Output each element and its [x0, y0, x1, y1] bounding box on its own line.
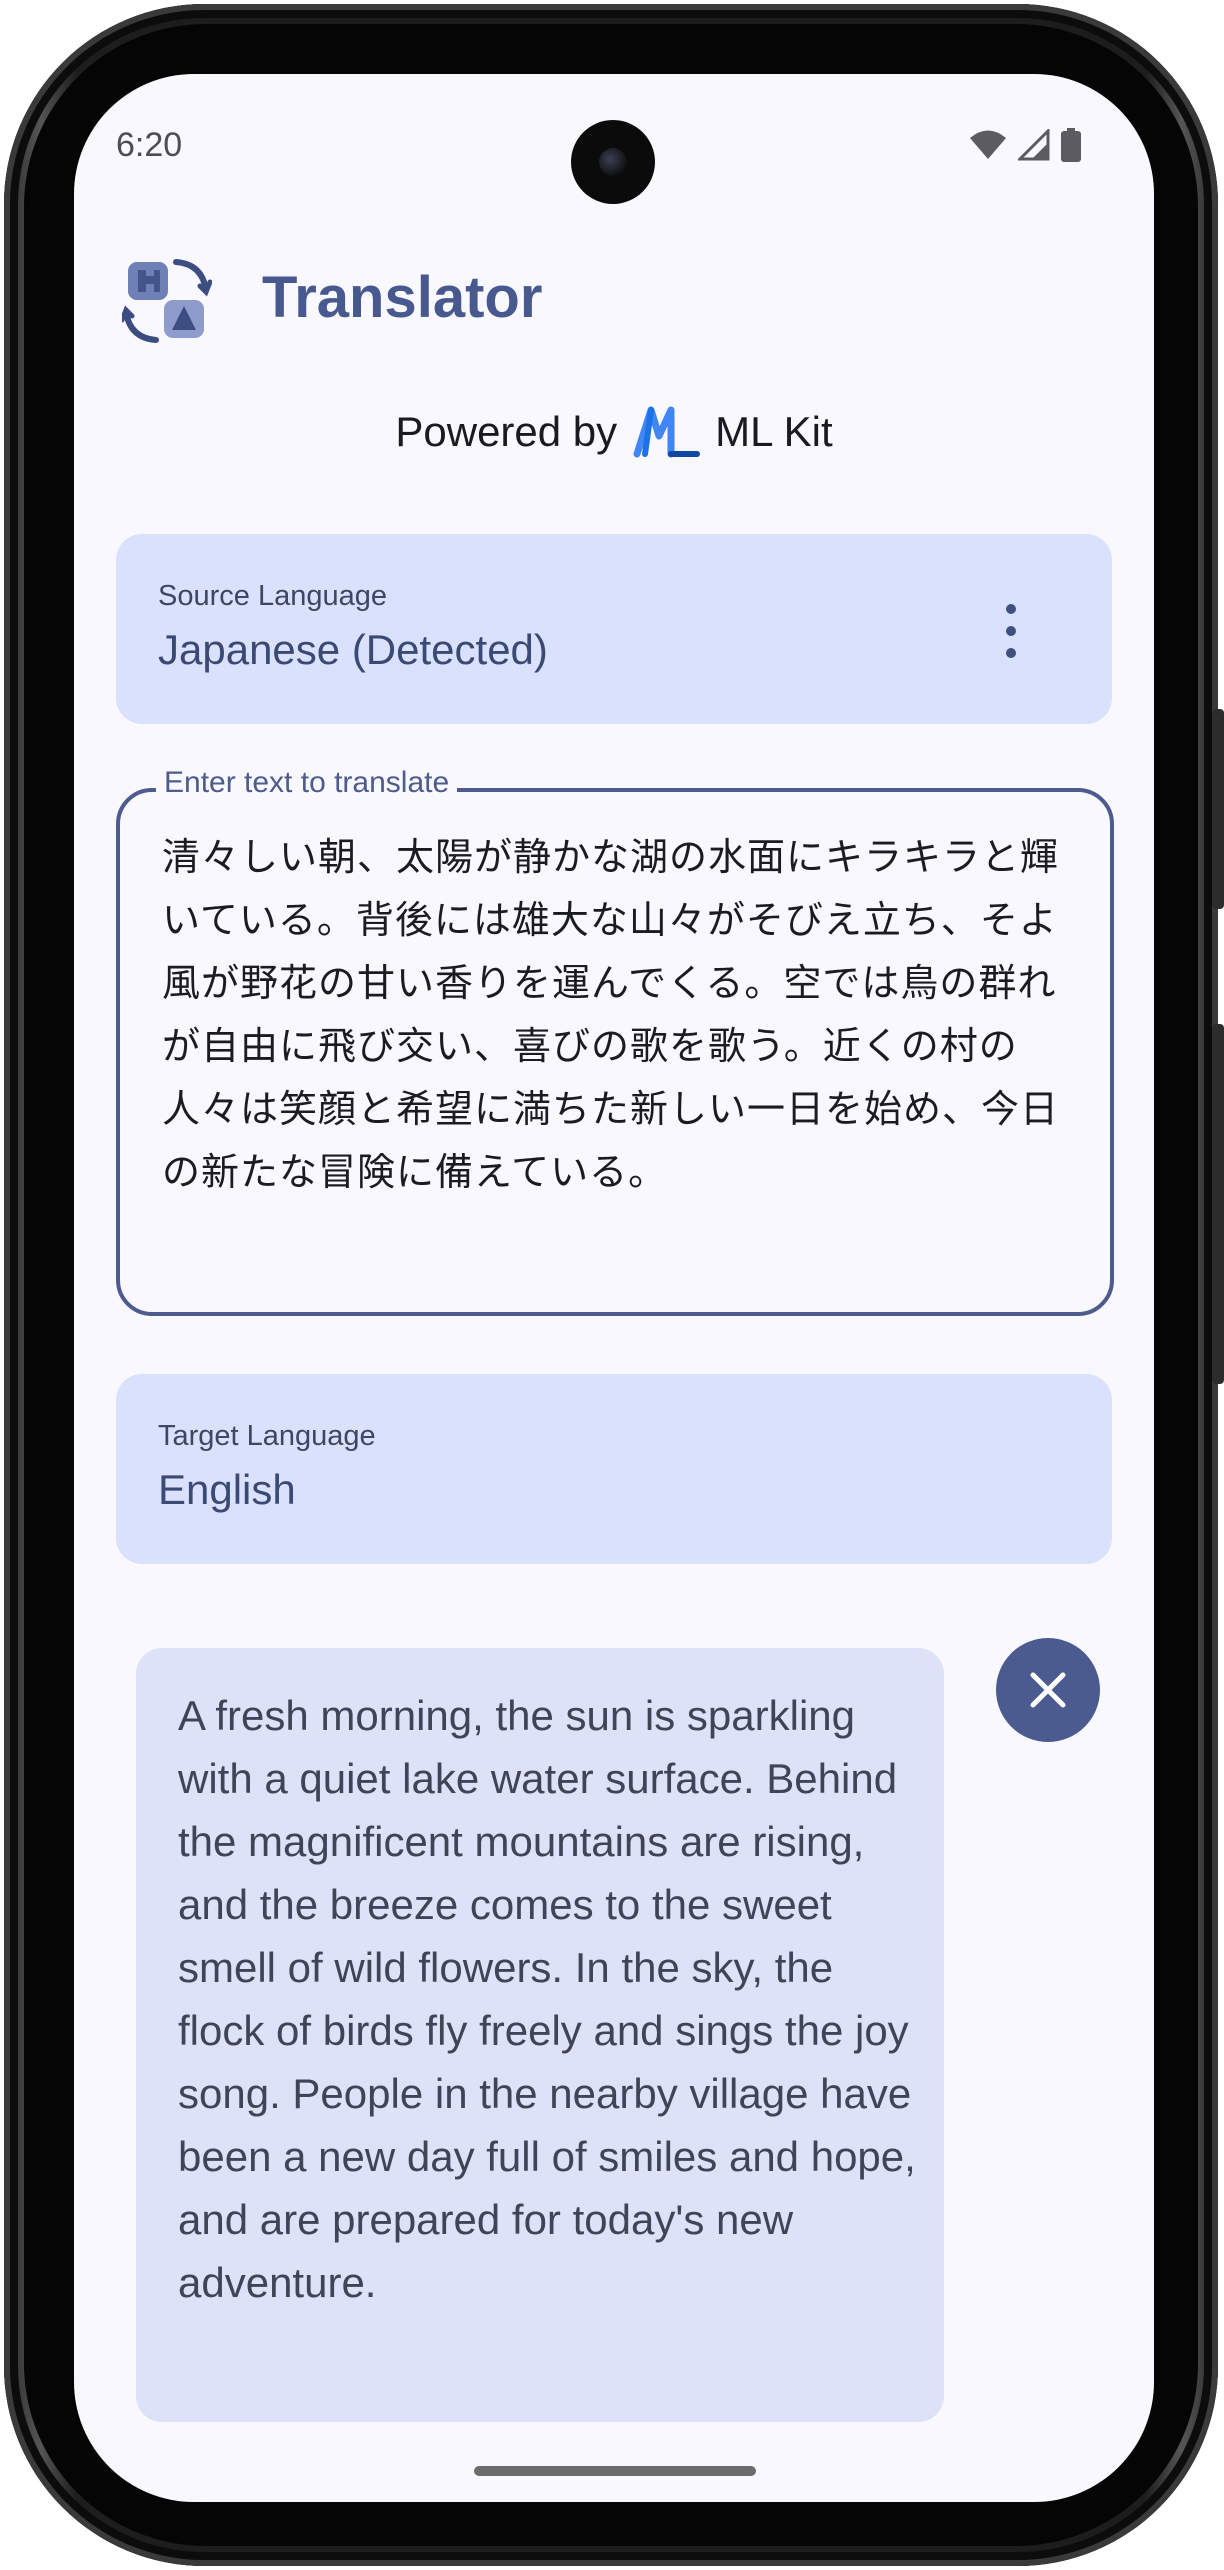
home-indicator[interactable] — [474, 2466, 756, 2476]
app-title: Translator — [262, 265, 543, 330]
power-button — [1212, 709, 1224, 909]
status-time: 6:20 — [116, 126, 183, 164]
powered-by: Powered by ML Kit — [74, 406, 1154, 458]
translate-input-text[interactable]: 清々しい朝、太陽が静かな湖の水面にキラキラと輝いている。背後には雄大な山々がそび… — [162, 826, 1072, 1204]
powered-by-label: Powered by — [395, 408, 618, 455]
screen: 6:20 Translator Powered by ML Kit Source… — [74, 74, 1154, 2502]
translator-logo-icon — [122, 259, 212, 343]
source-language-value: Japanese (Detected) — [158, 626, 548, 673]
target-language-value: English — [158, 1466, 296, 1513]
mlkit-logo-icon — [633, 406, 701, 458]
status-icons — [968, 128, 1082, 162]
phone-frame: 6:20 Translator Powered by ML Kit Source… — [4, 4, 1224, 2566]
more-vert-icon[interactable] — [996, 604, 1026, 658]
source-language-label: Source Language — [158, 580, 387, 612]
translate-input-field[interactable]: 清々しい朝、太陽が静かな湖の水面にキラキラと輝いている。背後には雄大な山々がそび… — [116, 788, 1114, 1316]
source-language-selector[interactable]: Source Language Japanese (Detected) — [116, 534, 1112, 724]
translate-input-label: Enter text to translate — [156, 766, 458, 800]
close-icon — [1030, 1672, 1066, 1708]
volume-button — [1212, 1024, 1224, 1384]
target-language-label: Target Language — [158, 1420, 376, 1452]
front-camera — [571, 120, 655, 204]
clear-button[interactable] — [996, 1638, 1100, 1742]
translation-output-text: A fresh morning, the sun is sparkling wi… — [178, 1692, 916, 2306]
target-language-selector[interactable]: Target Language English — [116, 1374, 1112, 1564]
wifi-icon — [970, 130, 1006, 159]
cellular-signal-icon — [1018, 129, 1050, 161]
battery-icon — [1061, 128, 1081, 162]
translation-output-card: A fresh morning, the sun is sparkling wi… — [136, 1648, 944, 2422]
mlkit-brand: ML Kit — [715, 408, 833, 455]
